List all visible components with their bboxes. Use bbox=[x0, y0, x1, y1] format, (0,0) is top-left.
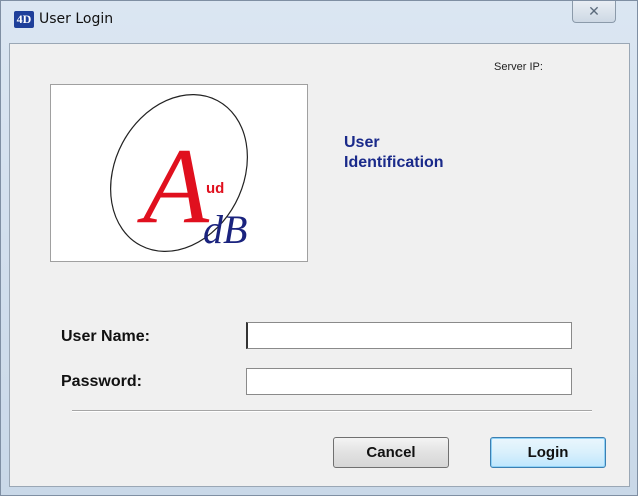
cancel-button[interactable]: Cancel bbox=[333, 437, 449, 468]
password-input[interactable] bbox=[246, 368, 572, 395]
heading-line-2: Identification bbox=[344, 154, 444, 171]
user-identification-heading: User Identification bbox=[344, 133, 544, 173]
separator bbox=[72, 410, 592, 412]
heading-line-1: User bbox=[344, 134, 380, 151]
username-label: User Name: bbox=[61, 328, 150, 345]
login-window: 4D User Login ✕ Server IP: A ud dB User … bbox=[0, 0, 638, 496]
login-button[interactable]: Login bbox=[490, 437, 606, 468]
close-button[interactable]: ✕ bbox=[572, 1, 616, 23]
audb-logo-graphic: A ud dB bbox=[110, 94, 248, 252]
username-input[interactable] bbox=[246, 322, 572, 349]
dialog-body: Server IP: A ud dB User Identification U… bbox=[9, 43, 630, 487]
window-title: User Login bbox=[39, 11, 114, 27]
title-bar[interactable]: 4D User Login ✕ bbox=[1, 1, 637, 43]
4d-app-icon: 4D bbox=[14, 11, 34, 28]
logo-db-text: dB bbox=[203, 207, 247, 252]
audb-logo: A ud dB bbox=[50, 84, 308, 262]
password-label: Password: bbox=[61, 373, 142, 390]
server-ip-label: Server IP: bbox=[494, 61, 543, 73]
close-icon: ✕ bbox=[588, 3, 600, 19]
logo-letter-a: A bbox=[137, 127, 210, 246]
logo-ud-text: ud bbox=[206, 180, 224, 197]
